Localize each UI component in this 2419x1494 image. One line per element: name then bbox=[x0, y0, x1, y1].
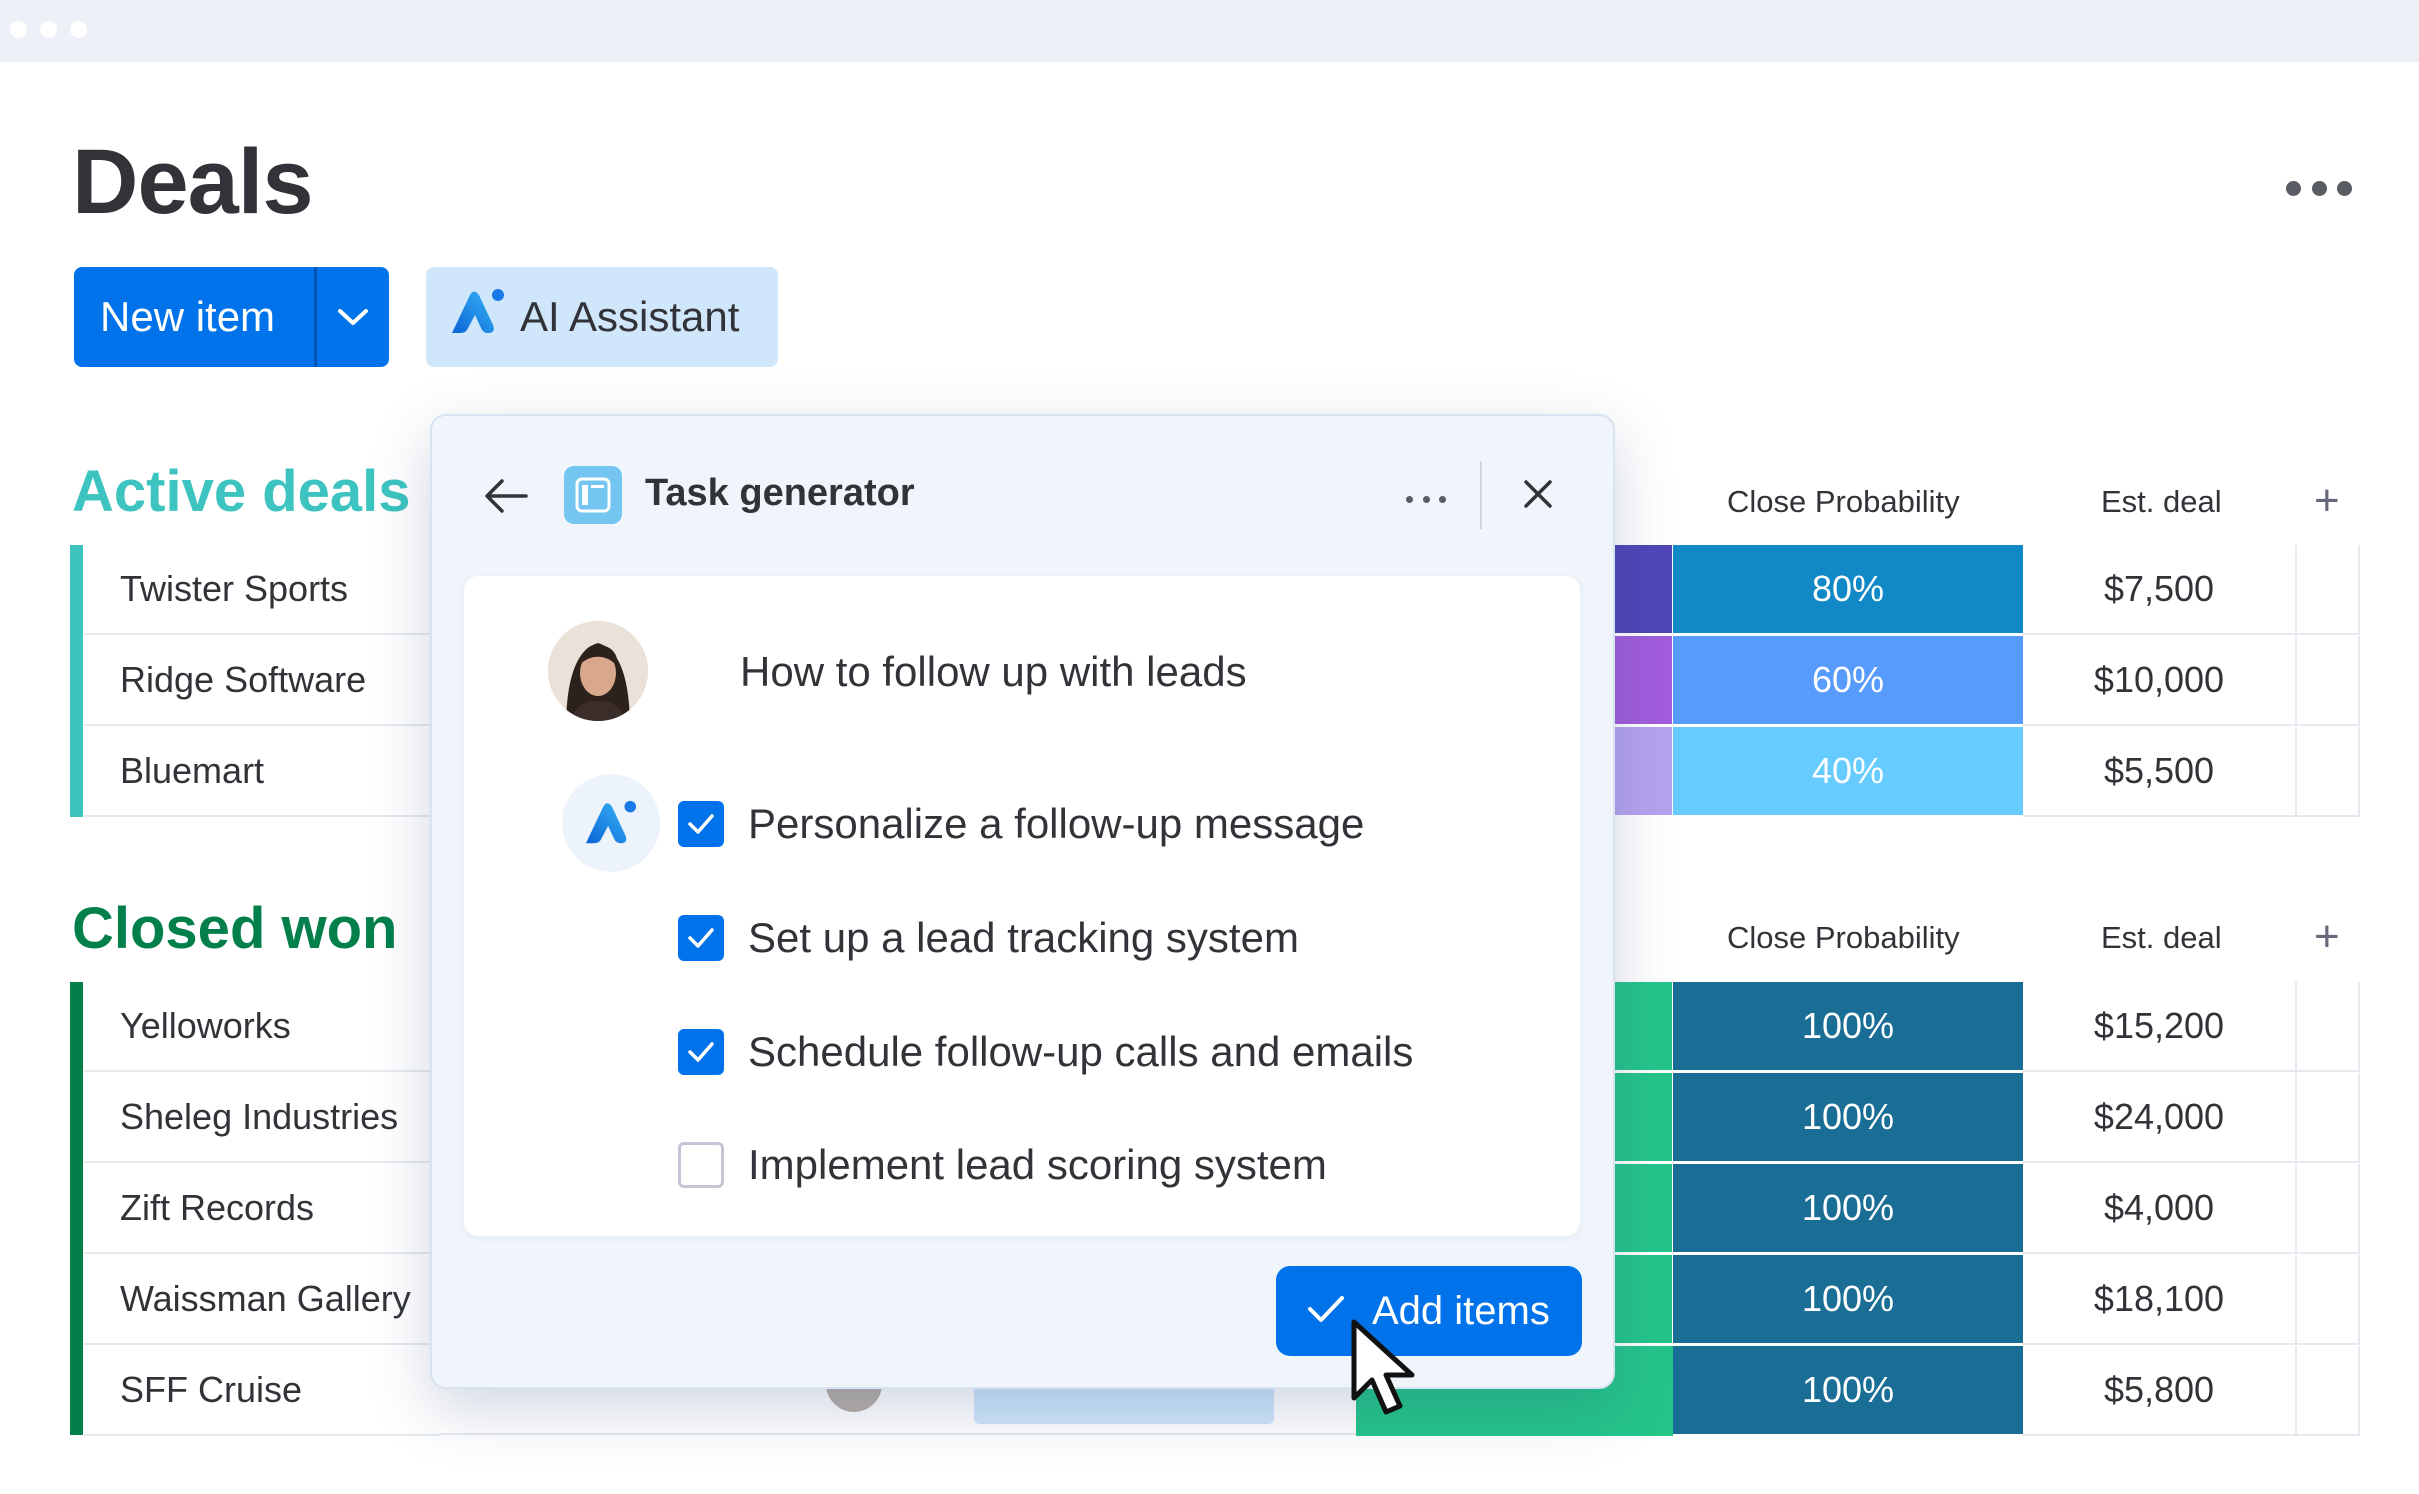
page-title: Deals bbox=[72, 131, 313, 233]
deal-cell[interactable]: $4,000 bbox=[2023, 1164, 2297, 1254]
col-header-deal[interactable]: Est. deal bbox=[2101, 920, 2222, 956]
probability-cell[interactable]: 100% bbox=[1673, 982, 2023, 1072]
window-dot-minimize[interactable] bbox=[40, 21, 57, 38]
table-row-name[interactable]: Waissman Gallery bbox=[84, 1255, 440, 1345]
ai-assistant-label[interactable]: AI Assistant bbox=[520, 293, 739, 341]
cursor-icon bbox=[1348, 1318, 1428, 1423]
checkbox-checked[interactable] bbox=[678, 915, 724, 961]
more-icon[interactable] bbox=[1406, 496, 1446, 503]
checkbox-checked[interactable] bbox=[678, 1029, 724, 1075]
checkbox-checked[interactable] bbox=[678, 801, 724, 847]
empty-cell[interactable] bbox=[2297, 1073, 2360, 1163]
close-icon[interactable] bbox=[1522, 478, 1554, 515]
table-row-name[interactable]: Twister Sports bbox=[84, 545, 440, 635]
empty-cell[interactable] bbox=[2297, 1255, 2360, 1345]
group-color-bar bbox=[70, 545, 83, 817]
table-row-name[interactable]: SFF Cruise bbox=[84, 1346, 440, 1436]
ai-assistant-button[interactable]: AI Assistant bbox=[426, 267, 778, 367]
deal-cell[interactable]: $18,100 bbox=[2023, 1255, 2297, 1345]
table-row-name[interactable]: Yelloworks bbox=[84, 982, 440, 1072]
window-dot-maximize[interactable] bbox=[70, 21, 87, 38]
col-header-deal[interactable]: Est. deal bbox=[2101, 484, 2222, 520]
user-avatar bbox=[548, 621, 648, 721]
ai-logo-icon bbox=[562, 774, 660, 872]
table-row-name[interactable]: Ridge Software bbox=[84, 636, 440, 726]
deal-cell[interactable]: $10,000 bbox=[2023, 636, 2297, 726]
task-label: Set up a lead tracking system bbox=[748, 914, 1299, 961]
window-dot-close[interactable] bbox=[10, 21, 27, 38]
table-row-name[interactable]: Zift Records bbox=[84, 1164, 440, 1254]
col-header-probability[interactable]: Close Probability bbox=[1727, 920, 1960, 956]
empty-cell[interactable] bbox=[2297, 982, 2360, 1072]
probability-cell[interactable]: 80% bbox=[1673, 545, 2023, 635]
board-more-icon[interactable] bbox=[2286, 176, 2352, 200]
task-item[interactable]: Schedule follow-up calls and emails bbox=[678, 1028, 1413, 1076]
task-label: Implement lead scoring system bbox=[748, 1141, 1327, 1188]
new-item-button[interactable]: New item bbox=[74, 267, 389, 367]
table-row-name[interactable]: Bluemart bbox=[84, 727, 440, 817]
window-titlebar bbox=[0, 0, 2419, 62]
add-items-button[interactable]: Add items bbox=[1276, 1266, 1582, 1356]
add-column-icon[interactable]: + bbox=[2314, 912, 2340, 962]
probability-cell[interactable]: 100% bbox=[1673, 1073, 2023, 1163]
group-title-active[interactable]: Active deals bbox=[72, 458, 411, 525]
deal-cell[interactable]: $7,500 bbox=[2023, 545, 2297, 635]
checkbox-unchecked[interactable] bbox=[678, 1142, 724, 1188]
check-icon bbox=[1306, 1289, 1346, 1334]
task-item[interactable]: Personalize a follow-up message bbox=[678, 800, 1364, 848]
group-color-bar bbox=[70, 982, 83, 1435]
arrow-left-icon[interactable] bbox=[482, 476, 530, 521]
empty-cell[interactable] bbox=[2297, 636, 2360, 726]
deal-cell[interactable]: $15,200 bbox=[2023, 982, 2297, 1072]
probability-cell[interactable]: 100% bbox=[1673, 1164, 2023, 1254]
deal-cell[interactable]: $5,500 bbox=[2023, 727, 2297, 817]
add-column-icon[interactable]: + bbox=[2314, 476, 2340, 526]
probability-cell[interactable]: 40% bbox=[1673, 727, 2023, 817]
task-label: Personalize a follow-up message bbox=[748, 800, 1365, 847]
col-header-probability[interactable]: Close Probability bbox=[1727, 484, 1960, 520]
deal-cell[interactable]: $24,000 bbox=[2023, 1073, 2297, 1163]
ai-logo-icon bbox=[448, 285, 508, 349]
empty-cell[interactable] bbox=[2297, 727, 2360, 817]
empty-cell[interactable] bbox=[2297, 1164, 2360, 1254]
task-item[interactable]: Set up a lead tracking system bbox=[678, 914, 1299, 962]
group-title-won[interactable]: Closed won bbox=[72, 895, 397, 962]
deal-cell[interactable]: $5,800 bbox=[2023, 1346, 2297, 1436]
new-item-label[interactable]: New item bbox=[74, 267, 314, 367]
probability-cell[interactable]: 100% bbox=[1673, 1346, 2023, 1436]
probability-cell[interactable]: 100% bbox=[1673, 1255, 2023, 1345]
task-item[interactable]: Implement lead scoring system bbox=[678, 1141, 1327, 1189]
empty-cell[interactable] bbox=[2297, 545, 2360, 635]
panel-title: Task generator bbox=[645, 472, 915, 514]
task-generator-panel: Task generator How to follow up with lea… bbox=[430, 414, 1615, 1389]
probability-cell[interactable]: 60% bbox=[1673, 636, 2023, 726]
task-label: Schedule follow-up calls and emails bbox=[748, 1028, 1414, 1075]
prompt-text: How to follow up with leads bbox=[740, 648, 1247, 695]
task-card: How to follow up with leads Personalize … bbox=[464, 576, 1580, 1236]
table-row-name[interactable]: Sheleg Industries bbox=[84, 1073, 440, 1163]
chevron-down-icon[interactable] bbox=[317, 267, 389, 367]
empty-cell[interactable] bbox=[2297, 1346, 2360, 1436]
task-generator-icon bbox=[564, 466, 622, 524]
